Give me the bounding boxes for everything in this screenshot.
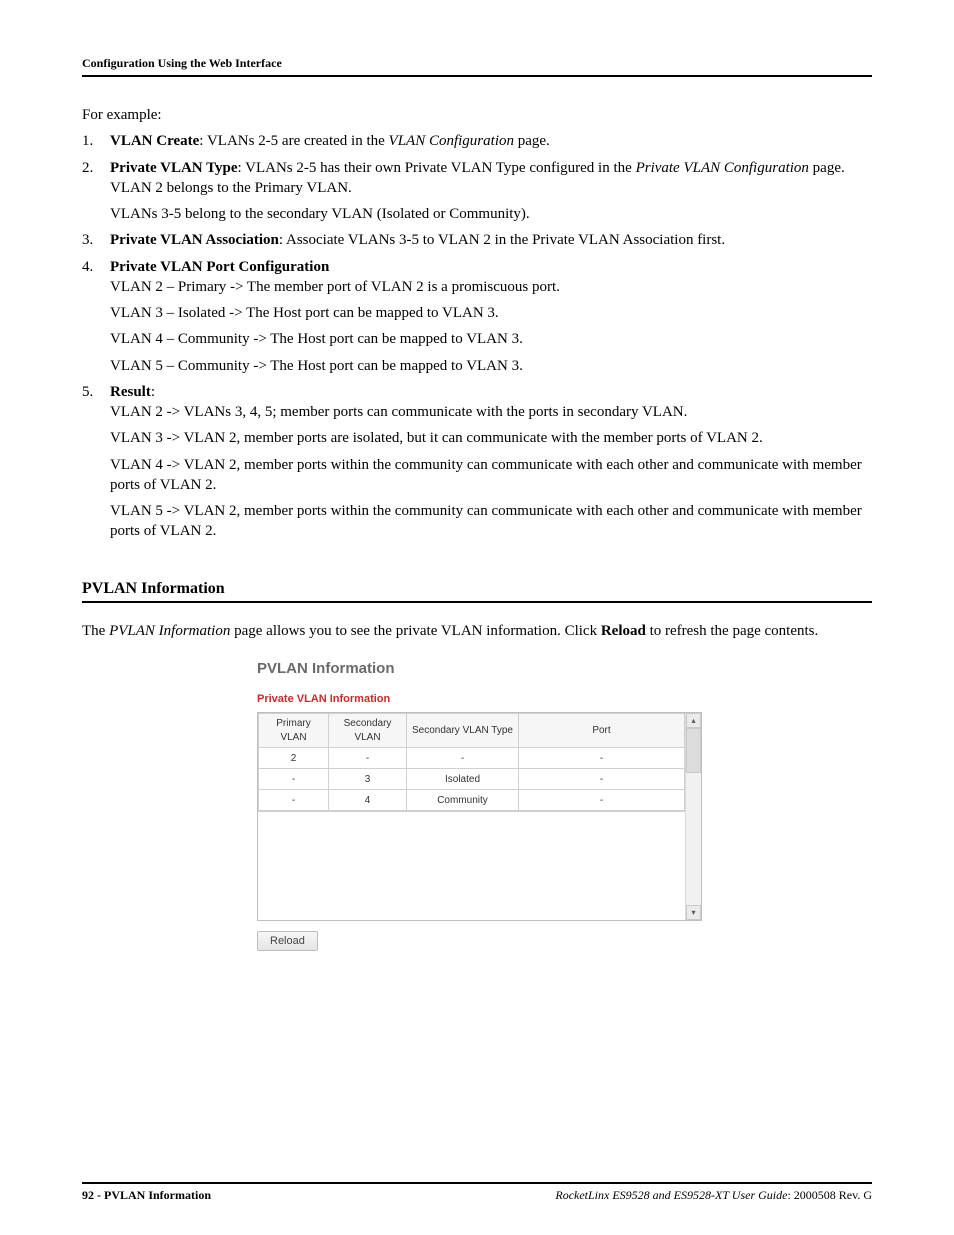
triangle-down-icon: ▾	[691, 908, 695, 919]
cell-primary: -	[259, 790, 329, 811]
section-body-mid: page allows you to see the private VLAN …	[230, 623, 600, 639]
footer-guide-title: RocketLinx ES9528 and ES9528-XT User Gui…	[555, 1188, 787, 1202]
step-4-sub-3: VLAN 5 – Community -> The Host port can …	[110, 356, 872, 376]
cell-port: -	[519, 748, 685, 769]
table-empty-area	[258, 811, 685, 920]
step-4-sub-2: VLAN 4 – Community -> The Host port can …	[110, 329, 872, 349]
footer-left: 92 - PVLAN Information	[82, 1188, 211, 1203]
col-primary-vlan: Primary VLAN	[259, 714, 329, 748]
cell-type: Isolated	[407, 769, 519, 790]
cell-primary: 2	[259, 748, 329, 769]
table-scrollbar[interactable]: ▴ ▾	[685, 713, 701, 920]
step-2-label: Private VLAN Type	[110, 160, 238, 176]
scroll-up-button[interactable]: ▴	[686, 713, 701, 728]
scroll-thumb[interactable]	[686, 728, 701, 773]
reload-button[interactable]: Reload	[257, 931, 318, 951]
intro-text: For example:	[82, 105, 872, 125]
footer-right: RocketLinx ES9528 and ES9528-XT User Gui…	[555, 1188, 872, 1203]
scroll-track[interactable]	[686, 773, 701, 905]
footer-page-title: PVLAN Information	[104, 1188, 211, 1202]
step-5-label: Result	[110, 384, 151, 400]
step-5-sub-3: VLAN 5 -> VLAN 2, member ports within th…	[110, 501, 872, 542]
triangle-up-icon: ▴	[691, 716, 695, 727]
running-header: Configuration Using the Web Interface	[82, 56, 872, 77]
step-3-rest: : Associate VLANs 3-5 to VLAN 2 in the P…	[279, 232, 725, 248]
footer-guide-rest: : 2000508 Rev. G	[787, 1188, 872, 1202]
cell-secondary: 3	[329, 769, 407, 790]
step-5-sub-1: VLAN 3 -> VLAN 2, member ports are isola…	[110, 428, 872, 448]
section-heading: PVLAN Information	[82, 578, 872, 604]
ui-title: PVLAN Information	[257, 659, 702, 679]
step-1-rest: : VLANs 2-5 are created in the	[199, 133, 388, 149]
col-port: Port	[519, 714, 685, 748]
step-5-sub-0: VLAN 2 -> VLANs 3, 4, 5; member ports ca…	[110, 402, 872, 422]
page-footer: 92 - PVLAN Information RocketLinx ES9528…	[82, 1182, 872, 1203]
step-3: Private VLAN Association: Associate VLAN…	[82, 230, 872, 250]
step-2-ital: Private VLAN Configuration	[636, 160, 809, 176]
section-body: The PVLAN Information page allows you to…	[82, 621, 872, 641]
step-4-label: Private VLAN Port Configuration	[110, 259, 329, 275]
section-body-pre: The	[82, 623, 109, 639]
step-2: Private VLAN Type: VLANs 2-5 has their o…	[82, 158, 872, 225]
scroll-down-button[interactable]: ▾	[686, 905, 701, 920]
col-secondary-vlan: Secondary VLAN	[329, 714, 407, 748]
table-row: - 4 Community -	[259, 790, 685, 811]
pvlan-table-container: Primary VLAN Secondary VLAN Secondary VL…	[257, 712, 702, 921]
cell-primary: -	[259, 769, 329, 790]
cell-secondary: -	[329, 748, 407, 769]
table-row: 2 - - -	[259, 748, 685, 769]
step-1-tail: page.	[514, 133, 550, 149]
step-5: Result: VLAN 2 -> VLANs 3, 4, 5; member …	[82, 382, 872, 542]
step-4-sub-0: VLAN 2 – Primary -> The member port of V…	[110, 277, 872, 297]
pvlan-ui-panel: PVLAN Information Private VLAN Informati…	[257, 659, 702, 951]
step-1-ital: VLAN Configuration	[389, 133, 514, 149]
cell-port: -	[519, 790, 685, 811]
step-3-label: Private VLAN Association	[110, 232, 279, 248]
col-secondary-type: Secondary VLAN Type	[407, 714, 519, 748]
step-4-sub-1: VLAN 3 – Isolated -> The Host port can b…	[110, 303, 872, 323]
step-5-rest: :	[151, 384, 155, 400]
ui-subtitle: Private VLAN Information	[257, 692, 702, 707]
cell-secondary: 4	[329, 790, 407, 811]
table-header-row: Primary VLAN Secondary VLAN Secondary VL…	[259, 714, 685, 748]
step-2-tail: page.	[809, 160, 845, 176]
step-2-sub-0: VLAN 2 belongs to the Primary VLAN.	[110, 178, 872, 198]
section-body-post: to refresh the page contents.	[646, 623, 818, 639]
cell-type: Community	[407, 790, 519, 811]
step-1-label: VLAN Create	[110, 133, 199, 149]
cell-type: -	[407, 748, 519, 769]
cell-port: -	[519, 769, 685, 790]
step-2-sub-1: VLANs 3-5 belong to the secondary VLAN (…	[110, 204, 872, 224]
step-4: Private VLAN Port Configuration VLAN 2 –…	[82, 257, 872, 376]
section-body-bold: Reload	[601, 623, 646, 639]
step-5-sub-2: VLAN 4 -> VLAN 2, member ports within th…	[110, 455, 872, 496]
steps-list: VLAN Create: VLANs 2-5 are created in th…	[82, 131, 872, 541]
footer-page-no: 92	[82, 1188, 94, 1202]
step-2-rest: : VLANs 2-5 has their own Private VLAN T…	[238, 160, 636, 176]
table-row: - 3 Isolated -	[259, 769, 685, 790]
section-body-ital: PVLAN Information	[109, 623, 230, 639]
pvlan-table: Primary VLAN Secondary VLAN Secondary VL…	[258, 713, 685, 811]
step-1: VLAN Create: VLANs 2-5 are created in th…	[82, 131, 872, 151]
